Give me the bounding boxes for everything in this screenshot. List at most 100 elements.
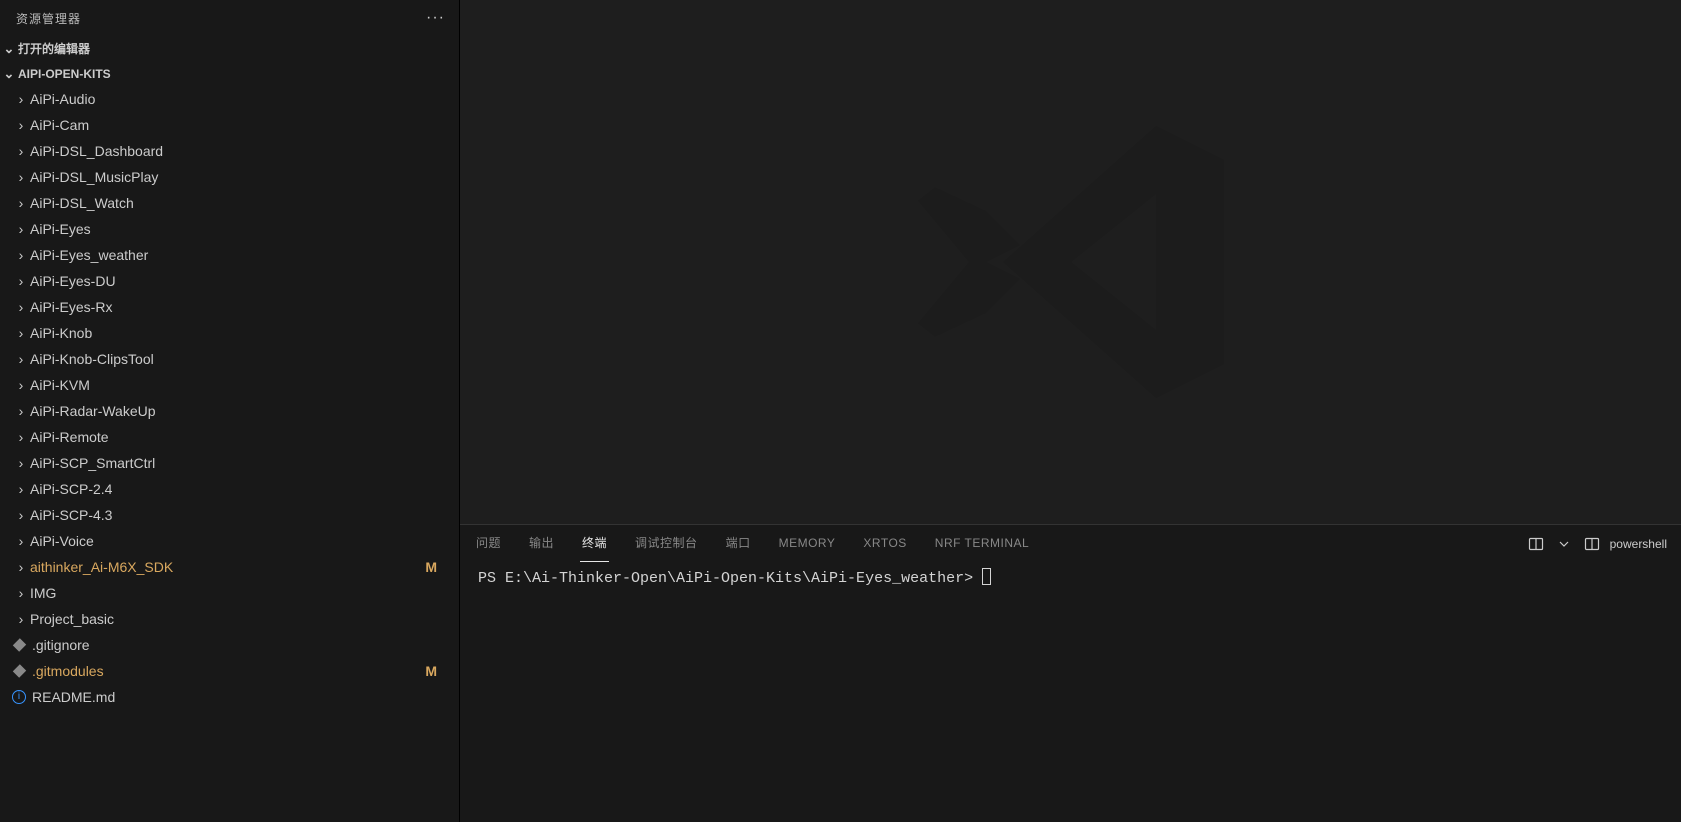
item-label: AiPi-DSL_Watch [30,195,447,211]
chevron-right-icon: › [12,299,30,315]
folder-item[interactable]: ›AiPi-Eyes-DU [0,268,459,294]
folder-item[interactable]: ›AiPi-SCP-2.4 [0,476,459,502]
item-label: AiPi-SCP-4.3 [30,507,447,523]
chevron-right-icon: › [12,377,30,393]
folder-item[interactable]: ›AiPi-DSL_Watch [0,190,459,216]
folder-item[interactable]: ›AiPi-Voice [0,528,459,554]
folder-item[interactable]: ›AiPi-SCP-4.3 [0,502,459,528]
item-label: AiPi-Eyes-Rx [30,299,447,315]
item-label: AiPi-Knob-ClipsTool [30,351,447,367]
panel-tab[interactable]: XRTOS [861,526,908,562]
split-terminal-icon[interactable] [1582,534,1602,554]
item-label: AiPi-Cam [30,117,447,133]
panel-tab[interactable]: MEMORY [777,526,838,562]
item-label: AiPi-Eyes_weather [30,247,447,263]
chevron-down-icon[interactable] [1554,534,1574,554]
item-label: AiPi-KVM [30,377,447,393]
item-label: AiPi-Remote [30,429,447,445]
empty-editor-watermark [460,0,1681,524]
folder-item[interactable]: ›AiPi-Radar-WakeUp [0,398,459,424]
item-label: aithinker_Ai-M6X_SDK [30,559,425,575]
bottom-panel: 问题输出终端调试控制台端口 MEMORY XRTOS NRF TERMINAL pow… [460,524,1681,822]
item-label: AiPi-Eyes-DU [30,273,447,289]
explorer-title-bar: 资源管理器 ··· [0,0,459,36]
chevron-right-icon: › [12,221,30,237]
git-file-icon [12,666,30,676]
chevron-right-icon: › [12,585,30,601]
folder-item[interactable]: ›AiPi-SCP_SmartCtrl [0,450,459,476]
folder-item[interactable]: ›AiPi-Knob [0,320,459,346]
folder-item[interactable]: ›AiPi-Eyes_weather [0,242,459,268]
folder-item[interactable]: ›IMG [0,580,459,606]
more-icon[interactable]: ··· [420,9,451,27]
item-label: AiPi-Audio [30,91,447,107]
chevron-right-icon: › [12,481,30,497]
panel-tab[interactable]: 终端 [580,526,609,562]
panel-tab[interactable]: 调试控制台 [633,526,700,562]
item-label: Project_basic [30,611,447,627]
item-label: AiPi-SCP-2.4 [30,481,447,497]
folder-item[interactable]: ›AiPi-Remote [0,424,459,450]
file-item[interactable]: .gitignore [0,632,459,658]
item-label: IMG [30,585,447,601]
chevron-right-icon: › [12,117,30,133]
chevron-right-icon: › [12,611,30,627]
chevron-right-icon: › [12,195,30,211]
item-label: AiPi-Knob [30,325,447,341]
chevron-right-icon: › [12,325,30,341]
folder-item[interactable]: ›AiPi-DSL_Dashboard [0,138,459,164]
item-label: .gitmodules [32,663,425,679]
folder-item[interactable]: ›AiPi-KVM [0,372,459,398]
panel-layout-icon[interactable] [1526,534,1546,554]
item-label: AiPi-Eyes [30,221,447,237]
chevron-right-icon: › [12,273,30,289]
item-label: AiPi-Radar-WakeUp [30,403,447,419]
folder-item[interactable]: ›aithinker_Ai-M6X_SDKM [0,554,459,580]
panel-tab[interactable]: 端口 [724,526,753,562]
folder-item[interactable]: ›AiPi-Eyes [0,216,459,242]
item-label: AiPi-DSL_MusicPlay [30,169,447,185]
chevron-right-icon: › [12,169,30,185]
project-name: AIPI-OPEN-KITS [18,67,111,81]
project-root-section[interactable]: ⌄ AIPI-OPEN-KITS [0,61,459,86]
modified-badge: M [425,663,447,679]
panel-tab[interactable]: 问题 [474,526,503,562]
vscode-logo-icon [901,92,1241,432]
folder-item[interactable]: ›AiPi-Audio [0,86,459,112]
terminal-cursor [982,568,991,585]
chevron-right-icon: › [12,143,30,159]
chevron-down-icon: ⌄ [0,66,18,82]
folder-item[interactable]: ›AiPi-DSL_MusicPlay [0,164,459,190]
terminal-output[interactable]: PS E:\Ai-Thinker-Open\AiPi-Open-Kits\AiP… [460,562,1681,822]
chevron-right-icon: › [12,351,30,367]
folder-item[interactable]: ›AiPi-Cam [0,112,459,138]
file-item[interactable]: .gitmodulesM [0,658,459,684]
editor-area: 问题输出终端调试控制台端口 MEMORY XRTOS NRF TERMINAL pow… [460,0,1681,822]
chevron-right-icon: › [12,507,30,523]
panel-tab-bar: 问题输出终端调试控制台端口 MEMORY XRTOS NRF TERMINAL pow… [460,525,1681,562]
explorer-title: 资源管理器 [16,10,81,27]
folder-item[interactable]: ›Project_basic [0,606,459,632]
item-label: README.md [32,689,447,705]
chevron-right-icon: › [12,455,30,471]
chevron-right-icon: › [12,247,30,263]
terminal-shell-name[interactable]: powershell [1610,537,1667,551]
panel-tab[interactable]: NRF TERMINAL [933,526,1031,562]
chevron-right-icon: › [12,533,30,549]
folder-item[interactable]: ›AiPi-Knob-ClipsTool [0,346,459,372]
git-file-icon [12,640,30,650]
chevron-right-icon: › [12,559,30,575]
item-label: AiPi-DSL_Dashboard [30,143,447,159]
open-editors-label: 打开的编辑器 [18,40,90,57]
item-label: .gitignore [32,637,447,653]
terminal-prompt: PS E:\Ai-Thinker-Open\AiPi-Open-Kits\AiP… [478,570,982,587]
chevron-down-icon: ⌄ [0,41,18,57]
file-item[interactable]: iREADME.md [0,684,459,710]
open-editors-section[interactable]: ⌄ 打开的编辑器 [0,36,459,61]
explorer-sidebar: 资源管理器 ··· ⌄ 打开的编辑器 ⌄ AIPI-OPEN-KITS ›AiP… [0,0,460,822]
panel-tab[interactable]: 输出 [527,526,556,562]
modified-badge: M [425,559,447,575]
folder-item[interactable]: ›AiPi-Eyes-Rx [0,294,459,320]
chevron-right-icon: › [12,403,30,419]
item-label: AiPi-SCP_SmartCtrl [30,455,447,471]
